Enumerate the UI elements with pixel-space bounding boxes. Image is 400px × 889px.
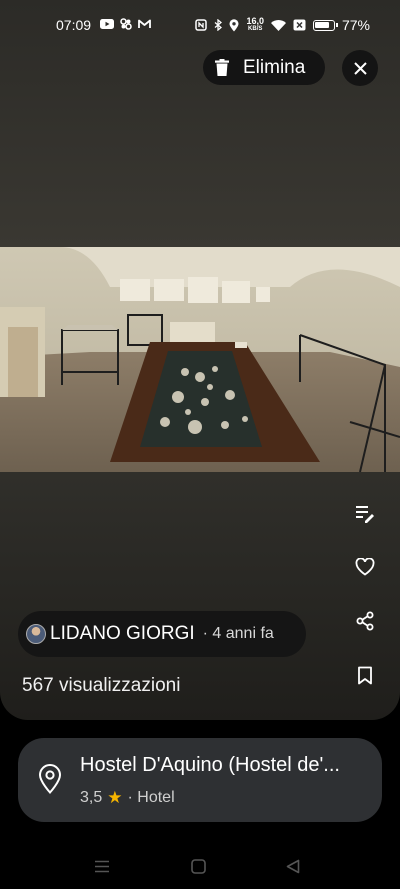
- place-card[interactable]: Hostel D'Aquino (Hostel de'... 3,5 ★ · H…: [18, 738, 382, 822]
- place-rating: 3,5: [80, 789, 103, 806]
- save-button[interactable]: [350, 660, 380, 690]
- home-square-icon: [190, 858, 206, 874]
- delete-label: Elimina: [243, 56, 306, 78]
- system-nav-bar: [0, 840, 400, 889]
- author-age: · 4 anni fa: [202, 625, 274, 642]
- favorite-button[interactable]: [350, 552, 380, 582]
- close-icon: [353, 61, 367, 75]
- battery-percent: 77%: [341, 17, 370, 33]
- edit-caption-button[interactable]: [350, 499, 380, 529]
- home-button[interactable]: [186, 854, 210, 878]
- place-meta: 3,5 ★ · Hotel: [80, 788, 175, 808]
- star-icon: ★: [107, 788, 123, 807]
- back-button[interactable]: [281, 854, 305, 878]
- heart-icon: [355, 558, 375, 576]
- status-bar: 07:09 16,0 KB/S 77%: [0, 0, 400, 52]
- wifi-icon: [270, 19, 286, 31]
- back-triangle-icon: [286, 859, 300, 873]
- status-time: 07:09: [56, 17, 92, 33]
- app-icon: [120, 18, 132, 30]
- edit-caption-icon: [356, 506, 374, 523]
- avatar: [26, 624, 46, 644]
- bookmark-icon: [358, 666, 372, 684]
- photo-image[interactable]: [0, 247, 400, 472]
- delete-button[interactable]: Elimina: [203, 50, 325, 85]
- nfc-icon: [195, 19, 208, 31]
- share-button[interactable]: [350, 606, 380, 636]
- recents-button[interactable]: [90, 854, 114, 878]
- photo-viewer: 07:09 16,0 KB/S 77% Elimina LIDANO GIORG…: [0, 0, 400, 720]
- battery-icon: [312, 19, 338, 31]
- network-speed: 16,0 KB/S: [246, 16, 264, 33]
- youtube-icon: [100, 19, 114, 29]
- location-pin-icon: [38, 764, 62, 794]
- view-count: 567 visualizzazioni: [22, 675, 181, 696]
- notification-icons: [100, 18, 151, 30]
- sim-x-icon: [293, 19, 306, 31]
- menu-icon: [95, 860, 109, 872]
- author-chip[interactable]: LIDANO GIORGI · 4 anni fa: [18, 611, 306, 657]
- gmail-icon: [138, 19, 151, 28]
- author-name: LIDANO GIORGI: [50, 623, 195, 644]
- location-icon: [229, 18, 239, 31]
- place-name: Hostel D'Aquino (Hostel de'...: [80, 754, 340, 776]
- share-icon: [356, 611, 374, 631]
- close-button[interactable]: [342, 50, 378, 86]
- trash-icon: [215, 59, 229, 76]
- system-icons: 16,0 KB/S 77%: [195, 17, 370, 33]
- bluetooth-icon: [215, 19, 223, 31]
- place-category: · Hotel: [127, 789, 175, 806]
